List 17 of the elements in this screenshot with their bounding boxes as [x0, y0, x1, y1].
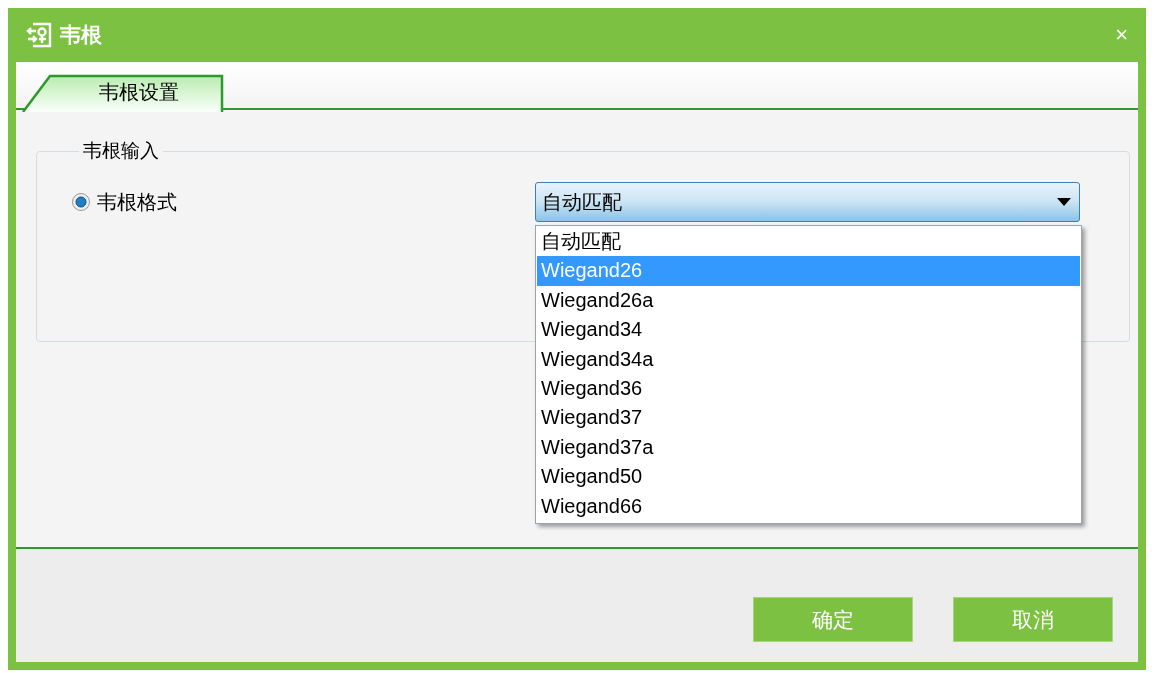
tab[interactable]: 韦根设置 [22, 74, 226, 110]
dropdown-option[interactable]: Wiegand37 [537, 403, 1080, 433]
window-title: 韦根 [60, 22, 103, 48]
dropdown-option[interactable]: Wiegand26a [537, 285, 1080, 316]
dropdown-option[interactable]: Wiegand34 [537, 315, 1080, 345]
group-title: 韦根输入 [82, 139, 160, 163]
dropdown-option[interactable]: Wiegand50 [537, 462, 1080, 492]
caret-icon [1057, 198, 1071, 206]
dropdown-option[interactable]: Wiegand66 [537, 491, 1080, 521]
framed-arrows-icon [26, 22, 52, 48]
dropdown-option[interactable]: Wiegand34a [537, 344, 1080, 374]
dropdown-option[interactable]: Wiegand37a [537, 432, 1080, 463]
radio-icon [71, 192, 91, 212]
radio-option[interactable]: 韦根格式 [71, 188, 535, 216]
dropdown-option[interactable]: 自动匹配 [537, 227, 1080, 257]
dropdown-option[interactable]: Wiegand36 [537, 373, 1080, 404]
format-dropdown[interactable]: 自动匹配 [535, 182, 1080, 222]
